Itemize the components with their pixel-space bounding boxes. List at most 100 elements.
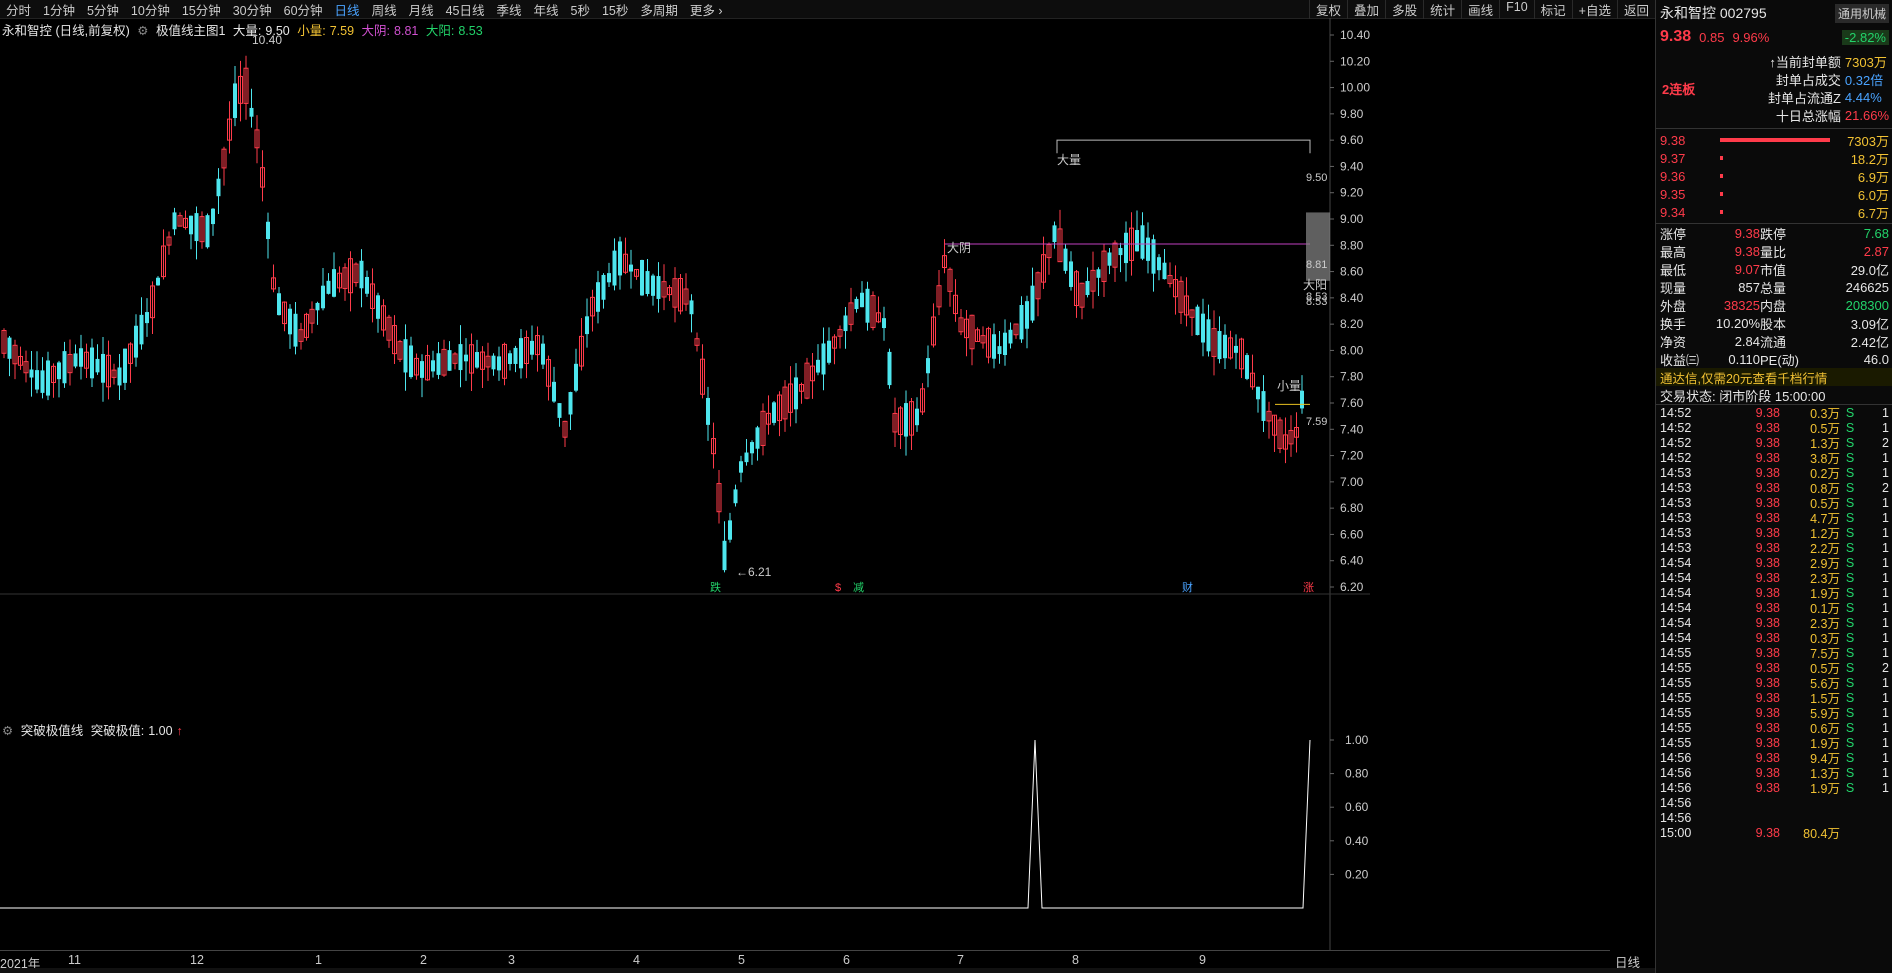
big-vol-label: 大量:	[232, 24, 262, 38]
candle	[156, 277, 160, 286]
toolbar-button[interactable]: +自选	[1571, 0, 1617, 19]
notice-bar[interactable]: 通达信,仅需20元查看千档行情	[1656, 368, 1892, 386]
period-tab[interactable]: 季线	[491, 0, 528, 19]
seal-label: 封单占流通Z	[1767, 90, 1841, 106]
period-tab[interactable]: 30分钟	[227, 0, 278, 19]
period-tab[interactable]: 日线	[329, 0, 366, 19]
period-tab[interactable]: 1分钟	[37, 0, 81, 19]
toolbar-button[interactable]: 返回	[1616, 0, 1655, 19]
period-tab[interactable]: 15秒	[596, 0, 634, 19]
stat-label: 换手	[1660, 317, 1687, 332]
period-tab[interactable]: 多周期	[634, 0, 684, 19]
toolbar-button[interactable]: 标记	[1533, 0, 1572, 19]
tick-count: 1	[1882, 720, 1889, 735]
tick-row: 14:55 9.38 1.9万 S 1	[1656, 735, 1892, 752]
candle	[508, 353, 512, 365]
tick-count: 1	[1882, 645, 1889, 660]
period-tab[interactable]: 60分钟	[278, 0, 329, 19]
tick-count: 1	[1882, 735, 1889, 750]
gear-icon[interactable]: ⚙	[2, 724, 13, 738]
candle	[1063, 248, 1068, 271]
candle	[293, 313, 298, 347]
tick-price: 9.38	[1755, 495, 1780, 510]
bid-volume: 7303万	[1847, 133, 1889, 149]
stat-label: 外盘	[1660, 299, 1687, 314]
sector-tag[interactable]: 通用机械	[1834, 3, 1889, 23]
bid-level[interactable]: 9.37 18.2万	[1656, 149, 1892, 167]
stat-label: 内盘	[1760, 299, 1787, 314]
period-tab[interactable]: 更多 ›	[684, 0, 729, 19]
period-tab[interactable]: 45日线	[440, 0, 491, 19]
tick-row: 14:55 9.38 1.5万 S 1	[1656, 690, 1892, 707]
stat-row: 收益㈢ 0.110 PE(动) 46.0	[1656, 350, 1892, 368]
toolbar-button[interactable]: 多股	[1385, 0, 1423, 19]
candle	[513, 347, 518, 364]
indicator-value-label: 突破极值:	[90, 724, 145, 738]
period-toolbar: 分时 1分钟 5分钟 10分钟 15分钟 30分钟 60分钟 日线 周线 月线 45日线 季线 年线 5秒…	[0, 0, 1655, 19]
period-tab[interactable]: 分时	[0, 0, 37, 19]
indicator-chart[interactable]: 1.00 0.80 0.60 0.40 0.20	[0, 718, 1370, 950]
period-tab[interactable]: 周线	[366, 0, 403, 19]
bid-level[interactable]: 9.36 6.9万	[1656, 167, 1892, 185]
candle	[689, 300, 694, 315]
x-tick-label: 1	[315, 953, 322, 967]
candle	[1201, 313, 1205, 343]
bid-level[interactable]: 9.35 6.0万	[1656, 185, 1892, 203]
period-tab[interactable]: 5分钟	[81, 0, 125, 19]
toolbar-button[interactable]: 复权	[1309, 0, 1347, 19]
candle	[596, 282, 600, 312]
tick-row: 14:56	[1656, 795, 1892, 810]
tick-price: 9.38	[1755, 690, 1780, 705]
period-tab[interactable]: 10分钟	[125, 0, 176, 19]
tick-time: 14:52	[1660, 450, 1692, 465]
bid-level[interactable]: 9.38 7303万	[1656, 131, 1892, 149]
y-tick-label: 6.40	[1340, 554, 1364, 568]
tick-side: S	[1845, 555, 1855, 570]
bid-bar	[1720, 174, 1723, 178]
candle	[497, 356, 501, 371]
tick-list[interactable]: 14:52 9.38 0.3万 S 1 14:52 9.38 0.5万 S 1 14:52 9.38 1…	[1656, 405, 1892, 842]
period-tab[interactable]: 年线	[528, 0, 565, 19]
kline-chart[interactable]: 10.40 10.20 10.00 9.80 9.60 9.40 9.20 9.00 8.80 8…	[0, 18, 1370, 718]
x-tick-label: 3	[508, 953, 515, 967]
candle	[73, 353, 78, 367]
bid-level[interactable]: 9.34 6.7万	[1656, 203, 1892, 221]
candle	[645, 271, 650, 294]
tick-price: 9.38	[1755, 510, 1780, 525]
tick-price: 9.38	[1755, 735, 1780, 750]
candle	[326, 280, 331, 294]
tick-price: 9.38	[1755, 465, 1780, 480]
toolbar-button[interactable]: F10	[1499, 0, 1534, 19]
period-tab[interactable]: 月线	[403, 0, 440, 19]
toolbar-button[interactable]: 叠加	[1347, 0, 1385, 19]
candle	[458, 344, 463, 371]
big-yin-label: 大阴:	[361, 24, 391, 38]
bid-volume: 6.0万	[1857, 187, 1889, 203]
tick-time: 14:56	[1660, 780, 1692, 795]
event-tag: 涨	[1303, 581, 1314, 594]
tick-count: 1	[1882, 540, 1889, 555]
candle	[436, 353, 441, 375]
y-tick-label: 8.40	[1340, 291, 1364, 305]
indicator-name[interactable]: 极值线主图1	[156, 24, 225, 38]
period-tab[interactable]: 5秒	[565, 0, 596, 19]
toolbar-button[interactable]: 统计	[1423, 0, 1461, 19]
indicator-title[interactable]: 突破极值线	[21, 724, 84, 738]
tick-side: S	[1845, 405, 1855, 420]
stat-value: 2.87	[1863, 244, 1889, 259]
gear-icon[interactable]: ⚙	[137, 24, 148, 38]
stat-value: 857	[1738, 280, 1760, 295]
tick-row: 14:56 9.38 1.3万 S 1	[1656, 765, 1892, 782]
toolbar-button[interactable]: 画线	[1461, 0, 1499, 19]
y-tick-label: 9.40	[1340, 159, 1364, 173]
tick-time: 14:55	[1660, 645, 1692, 660]
tick-time: 14:54	[1660, 585, 1692, 600]
candle	[1069, 261, 1073, 287]
candle	[1300, 390, 1304, 409]
bid-book: 9.38 7303万 9.37 18.2万 9.36 6.9万 9.35 6.0万 9.34 6.…	[1656, 129, 1892, 221]
candle	[1030, 285, 1035, 321]
candle	[205, 215, 210, 248]
seal-value: 0.32倍	[1844, 72, 1884, 88]
seal-label: 十日总涨幅	[1775, 108, 1841, 124]
period-tab[interactable]: 15分钟	[176, 0, 227, 19]
